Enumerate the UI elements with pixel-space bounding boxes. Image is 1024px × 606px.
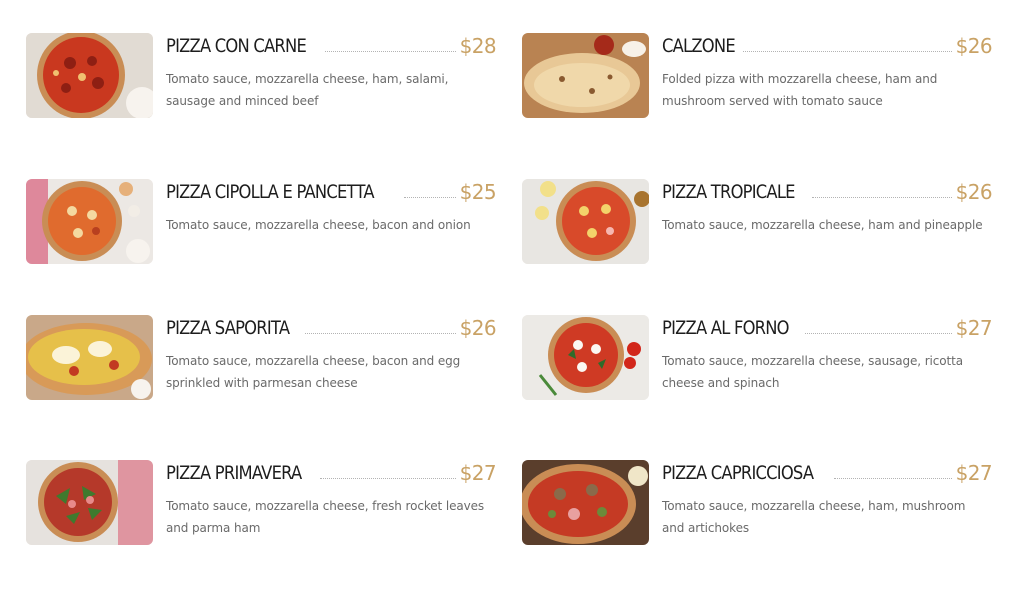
title-row: PIZZA SAPORITA $26 <box>166 315 497 340</box>
pizza-tropicale-image <box>522 179 649 264</box>
item-name: CALZONE <box>662 35 736 57</box>
item-name: PIZZA CON CARNE <box>166 35 307 57</box>
title-row: PIZZA CIPOLLA E PANCETTA $25 <box>166 179 497 204</box>
item-name: PIZZA AL FORNO <box>662 317 790 339</box>
dotted-leader <box>742 50 952 52</box>
menu-item-pizza-tropicale: PIZZA TROPICALE $26 Tomato sauce, mozzar… <box>522 179 993 265</box>
pizza-primavera-image <box>26 460 153 545</box>
item-name: PIZZA CAPRICCIOSA <box>662 462 814 484</box>
item-price: $27 <box>955 461 993 485</box>
calzone-image <box>522 33 649 118</box>
title-row: PIZZA CON CARNE $28 <box>166 33 497 58</box>
dotted-leader <box>305 332 456 334</box>
item-description: Folded pizza with mozzarella cheese, ham… <box>662 72 938 108</box>
item-price: $27 <box>955 316 993 340</box>
dotted-leader <box>805 332 952 334</box>
item-description: Tomato sauce, mozzarella cheese, ham and… <box>662 218 983 232</box>
dotted-leader <box>812 196 952 198</box>
dotted-leader <box>319 477 456 479</box>
menu-item-pizza-al-forno: PIZZA AL FORNO $27 Tomato sauce, mozzare… <box>522 315 993 401</box>
menu-item-pizza-cipolla-e-pancetta: PIZZA CIPOLLA E PANCETTA $25 Tomato sauc… <box>26 179 497 265</box>
title-row: PIZZA TROPICALE $26 <box>662 179 993 204</box>
item-description: Tomato sauce, mozzarella cheese, ham, sa… <box>166 72 449 108</box>
menu-item-pizza-saporita: PIZZA SAPORITA $26 Tomato sauce, mozzare… <box>26 315 497 401</box>
item-description: Tomato sauce, mozzarella cheese, sausage… <box>662 354 963 390</box>
item-name: PIZZA SAPORITA <box>166 317 290 339</box>
item-price: $28 <box>459 34 497 58</box>
title-row: PIZZA AL FORNO $27 <box>662 315 993 340</box>
item-description: Tomato sauce, mozzarella cheese, bacon a… <box>166 354 461 390</box>
dotted-leader <box>324 50 456 52</box>
item-description: Tomato sauce, mozzarella cheese, fresh r… <box>166 499 485 535</box>
item-price: $25 <box>459 180 497 204</box>
item-price: $27 <box>459 461 497 485</box>
title-row: CALZONE $26 <box>662 33 993 58</box>
pizza-con-carne-image <box>26 33 153 118</box>
menu-item-pizza-capricciosa: PIZZA CAPRICCIOSA $27 Tomato sauce, mozz… <box>522 460 993 546</box>
pizza-saporita-image <box>26 315 153 400</box>
item-name: PIZZA PRIMAVERA <box>166 462 302 484</box>
menu-item-pizza-con-carne: PIZZA CON CARNE $28 Tomato sauce, mozzar… <box>26 33 497 119</box>
title-row: PIZZA CAPRICCIOSA $27 <box>662 460 993 485</box>
menu-item-pizza-primavera: PIZZA PRIMAVERA $27 Tomato sauce, mozzar… <box>26 460 497 546</box>
menu-item-calzone: CALZONE $26 Folded pizza with mozzarella… <box>522 33 993 119</box>
item-description: Tomato sauce, mozzarella cheese, ham, mu… <box>662 499 966 535</box>
item-price: $26 <box>955 180 993 204</box>
item-name: PIZZA TROPICALE <box>662 181 795 203</box>
dotted-leader <box>833 477 952 479</box>
dotted-leader <box>403 196 456 198</box>
pizza-cipolla-e-pancetta-image <box>26 179 153 264</box>
item-description: Tomato sauce, mozzarella cheese, bacon a… <box>166 218 471 232</box>
title-row: PIZZA PRIMAVERA $27 <box>166 460 497 485</box>
item-price: $26 <box>459 316 497 340</box>
item-name: PIZZA CIPOLLA E PANCETTA <box>166 181 375 203</box>
pizza-capricciosa-image <box>522 460 649 545</box>
pizza-al-forno-image <box>522 315 649 400</box>
item-price: $26 <box>955 34 993 58</box>
